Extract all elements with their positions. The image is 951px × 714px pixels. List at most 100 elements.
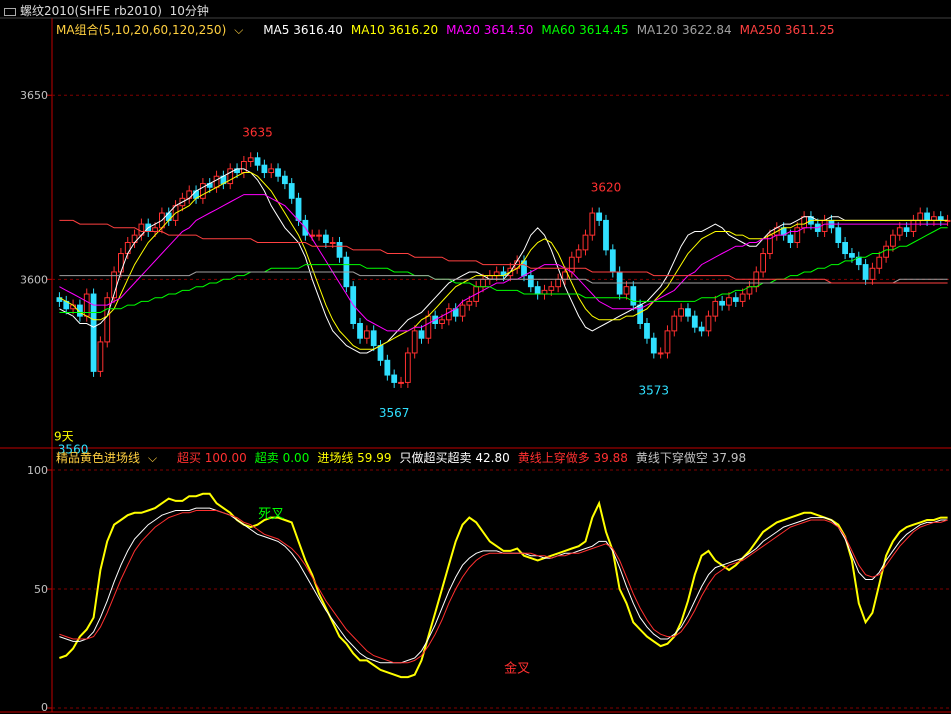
candle-body <box>623 286 630 295</box>
indicator-legend-name: 超买 <box>176 451 201 465</box>
indicator-legend-name: 进场线 <box>317 451 354 465</box>
candle-body <box>739 293 746 302</box>
chevron-down-icon: ⌵ <box>234 23 244 37</box>
candle-body <box>439 319 445 324</box>
indicator-legend-item: 超卖 0.00 <box>255 451 310 465</box>
candle-body <box>821 219 828 232</box>
price-label: 3567 <box>379 406 410 420</box>
candle-body <box>480 278 486 288</box>
candle-body <box>650 337 657 354</box>
candle-body <box>910 219 917 232</box>
candle-body <box>418 330 425 339</box>
ma-legend-value: 3611.25 <box>781 23 835 37</box>
indicator-legend-items: 超买 100.00 超卖 0.00 进场线 59.99 只做超买超卖 42.80 黄线上… <box>177 451 754 465</box>
candle-body <box>835 227 842 243</box>
candle-body <box>896 227 903 236</box>
candle-body <box>240 161 247 174</box>
candle-body <box>931 216 937 221</box>
indicator-legend-name: 黄线下穿做空 <box>635 451 708 465</box>
candle-body <box>794 227 801 243</box>
indicator-line <box>59 492 948 679</box>
candle-body <box>883 245 889 258</box>
candle-body <box>459 304 466 317</box>
indicator-legend-value: 37.98 <box>707 451 747 465</box>
candle-body <box>691 315 698 328</box>
ma-legend-value: 3614.50 <box>479 23 534 37</box>
candle-body <box>712 300 719 317</box>
candle-body <box>705 315 712 332</box>
ma-group-selector[interactable]: MA组合(5,10,20,60,120,250) ⌵ <box>56 23 251 37</box>
ma-legend-value: 3616.20 <box>384 23 439 37</box>
candle-body <box>787 234 794 244</box>
candle-body <box>726 297 732 306</box>
signal-label: 死叉 <box>258 507 284 522</box>
ma-legend-value: 3616.40 <box>289 23 343 37</box>
candle-body <box>548 286 555 291</box>
candle-body <box>281 175 288 185</box>
candle-body <box>582 234 589 251</box>
chart-stage: 3650 3600 100 50 0 3635 3567 3620 3573 9天 3560 死叉 金叉… <box>0 0 951 714</box>
indicator-legend: 精品黄色进场线 ⌵ 超买 100.00 超卖 0.00 进场线 59.99 只做超买超卖… <box>56 451 762 465</box>
price-label: 9天 <box>54 430 74 444</box>
candle-body <box>425 315 432 339</box>
candle-body <box>849 253 855 258</box>
candles-group <box>56 152 951 388</box>
indicator-legend-item: 进场线 59.99 <box>317 451 391 465</box>
signal-label: 金叉 <box>504 661 530 677</box>
candle-body <box>685 308 691 317</box>
ma-legend-name: MA60 <box>541 23 576 37</box>
chart-canvas: 3650360010050036353567362035739天3560死叉金叉 <box>0 17 951 714</box>
candle-body <box>568 256 575 273</box>
ma-legend-items: MA5 3616.40 MA10 3616.20 MA20 3614.50 MA60 … <box>263 23 842 37</box>
candle-body <box>199 183 206 199</box>
candle-body <box>261 164 268 174</box>
candle-body <box>876 256 883 269</box>
candle-body <box>391 374 398 383</box>
candle-body <box>316 234 322 237</box>
candle-body <box>937 216 944 221</box>
indicator-legend-name: 黄线上穿做多 <box>517 451 590 465</box>
candle-body <box>609 249 616 273</box>
period-label[interactable]: 10分钟 <box>170 4 209 18</box>
candle-body <box>664 330 671 354</box>
candle-body <box>322 234 329 244</box>
candle-body <box>801 216 808 229</box>
candle-body <box>90 293 97 372</box>
candle-body <box>719 300 726 306</box>
indicator-selector[interactable]: 精品黄色进场线 ⌵ <box>56 451 165 465</box>
candle-body <box>493 271 500 277</box>
ma-legend-item: MA250 3611.25 <box>740 23 835 37</box>
ma-legend-item: MA120 3622.84 <box>637 23 732 37</box>
ma-legend-value: 3614.45 <box>575 23 629 37</box>
ma-legend-item: MA5 3616.40 <box>263 23 343 37</box>
candle-body <box>118 253 124 273</box>
y-tick-label: 3650 <box>20 89 48 102</box>
candle-body <box>657 352 664 355</box>
y-tick-label: 3600 <box>20 273 48 286</box>
chevron-down-icon: ⌵ <box>148 451 158 465</box>
candle-body <box>124 242 131 255</box>
indicator-legend-item: 超买 100.00 <box>177 451 247 465</box>
ma-legend-name: MA20 <box>446 23 480 37</box>
candle-body <box>466 300 473 306</box>
restore-icon[interactable] <box>4 7 16 16</box>
indicator-legend-item: 黄线下穿做空 37.98 <box>636 451 746 465</box>
ma-legend-name: MA5 <box>263 23 290 37</box>
candle-body <box>842 242 848 255</box>
price-label: 3620 <box>591 181 622 195</box>
ma-legend-value: 3622.84 <box>678 23 732 37</box>
ma-group-label: MA组合(5,10,20,60,120,250) <box>56 23 227 37</box>
candle-body <box>890 234 896 247</box>
candle-body <box>329 242 336 244</box>
y-tick-label: 100 <box>27 464 48 477</box>
indicator-legend-value: 42.80 <box>471 451 510 465</box>
candle-body <box>363 330 370 339</box>
instrument-title: 螺纹2010(SHFE rb2010) <box>20 4 162 18</box>
candle-body <box>445 308 452 321</box>
ma-legend-name: MA10 <box>350 23 385 37</box>
candle-body <box>917 212 924 221</box>
ma-line-ma20 <box>59 194 948 332</box>
indicator-line <box>59 510 948 664</box>
ma-legend-name: MA250 <box>739 23 782 37</box>
y-tick-label: 50 <box>34 583 48 596</box>
